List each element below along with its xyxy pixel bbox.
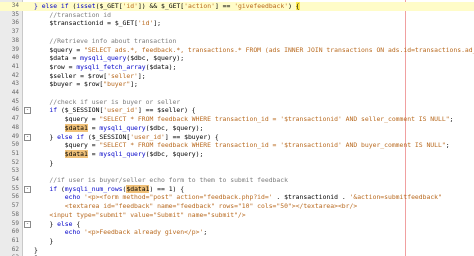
code-line[interactable]: 44 (0, 89, 474, 98)
code-text[interactable]: if ($_SESSION['user_id'] == $seller) { (34, 106, 195, 115)
code-line[interactable]: 58 <input type="submit" value="Submit" n… (0, 211, 474, 220)
code-text[interactable]: //Retrieve info about transaction (34, 37, 176, 46)
code-text[interactable]: echo '<p><form method="post" action="fee… (34, 193, 442, 202)
code-line[interactable]: 36 $transactionid = $_GET['id']; (0, 19, 474, 28)
line-number: 53 (11, 167, 19, 175)
code-line[interactable]: 43 $buyer = $row["buyer"]; (0, 80, 474, 89)
code-line[interactable]: 46- if ($_SESSION['user_id'] == $seller)… (0, 106, 474, 115)
code-line[interactable]: 60 echo '<p>Feedback already given</p>'; (0, 228, 474, 237)
line-number: 45 (11, 97, 19, 105)
line-number: 59 (11, 219, 19, 227)
code-line[interactable]: 61 } (0, 237, 474, 246)
code-text[interactable]: } else if (isset($_GET['id']) && $_GET['… (34, 2, 300, 11)
code-line[interactable]: 42 $seller = $row['seller']; (0, 72, 474, 81)
fold-toggle-icon[interactable]: - (24, 133, 31, 141)
code-line[interactable]: 38 //Retrieve info about transaction (0, 37, 474, 46)
code-line[interactable]: 54 //if user is buyer/seller echo form t… (0, 176, 474, 185)
code-text[interactable]: $transactionid = $_GET['id']; (34, 19, 161, 28)
code-line[interactable]: 62} (0, 246, 474, 255)
code-text[interactable]: $data = mysqli_query($dbc, $query); (34, 54, 184, 63)
code-text[interactable]: $row = mysqli_fetch_array($data); (34, 63, 176, 72)
line-number: 44 (11, 89, 19, 96)
code-line[interactable]: 37 (0, 28, 474, 37)
code-text[interactable]: //if user is buyer/seller echo form to t… (34, 176, 288, 185)
code-line[interactable]: 47 $query = "SELECT * FROM feedback WHER… (0, 115, 474, 124)
line-number: 49 (11, 132, 19, 140)
code-text[interactable]: echo '<p>Feedback already given</p>'; (34, 228, 207, 237)
code-line[interactable]: 48 $data1 = mysqli_query($dbc, $query); (0, 123, 474, 133)
line-number: 52 (11, 158, 19, 166)
code-text[interactable]: //check if user is buyer or seller (34, 98, 180, 107)
line-number: 41 (11, 62, 19, 70)
code-text[interactable]: } else { (34, 220, 80, 229)
line-number: 43 (11, 80, 19, 88)
line-number: 54 (11, 176, 19, 183)
code-text[interactable]: $query = "SELECT * FROM feedback WHERE t… (34, 115, 454, 124)
code-text[interactable]: //transaction id (34, 11, 111, 20)
code-line[interactable]: 55- if (mysqli_num_rows($data1) == 1) { (0, 184, 474, 194)
code-line[interactable]: 40 $data = mysqli_query($dbc, $query); (0, 54, 474, 63)
code-line[interactable]: 34 } else if (isset($_GET['id']) && $_GET… (0, 2, 474, 11)
line-number: 35 (11, 10, 19, 18)
line-number: 55 (11, 184, 19, 192)
code-line[interactable]: 59- } else { (0, 220, 474, 229)
code-line[interactable]: 56 echo '<p><form method="post" action="… (0, 193, 474, 202)
line-number: 48 (11, 123, 19, 131)
code-text[interactable]: if (mysqli_num_rows($data1) == 1) { (34, 184, 184, 194)
line-number: 36 (11, 19, 19, 27)
code-text[interactable]: } (34, 159, 53, 168)
code-line[interactable]: 35 //transaction id (0, 11, 474, 20)
line-number: 60 (11, 228, 19, 236)
line-number: 56 (11, 193, 19, 201)
line-number: 37 (11, 28, 19, 36)
code-text[interactable]: <textarea id="feedback" name="feedback" … (34, 202, 357, 211)
code-text[interactable]: } (34, 246, 38, 255)
fold-toggle-icon[interactable]: - (24, 185, 31, 193)
line-number: 57 (11, 202, 19, 210)
fold-toggle-icon[interactable]: - (24, 107, 31, 115)
line-number: 62 (11, 245, 19, 253)
line-number: 40 (11, 54, 19, 62)
line-number: 50 (11, 141, 19, 149)
code-text[interactable]: $data1 = mysqli_query($dbc, $query); (34, 149, 203, 159)
line-number: 42 (11, 71, 19, 79)
code-line[interactable]: 53 (0, 167, 474, 176)
code-text[interactable]: $query = "SELECT ads.*, feedback.*, tran… (34, 46, 474, 55)
line-number: 51 (11, 149, 19, 157)
line-number: 47 (11, 115, 19, 123)
line-number: 58 (11, 210, 19, 218)
code-text[interactable]: $buyer = $row["buyer"]; (34, 80, 138, 89)
code-text[interactable]: } (34, 237, 53, 246)
code-line[interactable]: 51 $data1 = mysqli_query($dbc, $query); (0, 149, 474, 159)
code-line[interactable]: 50 $query = "SELECT * FROM feedback WHER… (0, 141, 474, 150)
code-editor[interactable]: 34 } else if (isset($_GET['id']) && $_GET… (0, 0, 474, 256)
line-number: 61 (11, 236, 19, 244)
code-text[interactable]: $query = "SELECT * FROM feedback WHERE t… (34, 141, 450, 150)
code-line[interactable]: 57 <textarea id="feedback" name="feedbac… (0, 202, 474, 211)
code-text[interactable]: } else if ($_SESSION['user_id'] == $buye… (34, 133, 218, 142)
code-line[interactable]: 39 $query = "SELECT ads.*, feedback.*, t… (0, 46, 474, 55)
fold-toggle-icon[interactable]: - (24, 220, 31, 228)
code-line[interactable]: 45 //check if user is buyer or seller (0, 98, 474, 107)
code-text[interactable]: $seller = $row['seller']; (34, 72, 145, 81)
code-text[interactable]: <input type="submit" value="Submit" name… (34, 211, 245, 220)
line-number: 46 (11, 106, 19, 114)
line-number: 38 (11, 36, 19, 44)
code-text[interactable]: $data1 = mysqli_query($dbc, $query); (34, 123, 203, 133)
line-number: 34 (11, 2, 19, 9)
code-line[interactable]: 49- } else if ($_SESSION['user_id'] == $… (0, 133, 474, 142)
code-line[interactable]: 41 $row = mysqli_fetch_array($data); (0, 63, 474, 72)
code-line[interactable]: 52 } (0, 159, 474, 168)
line-number: 39 (11, 45, 19, 53)
